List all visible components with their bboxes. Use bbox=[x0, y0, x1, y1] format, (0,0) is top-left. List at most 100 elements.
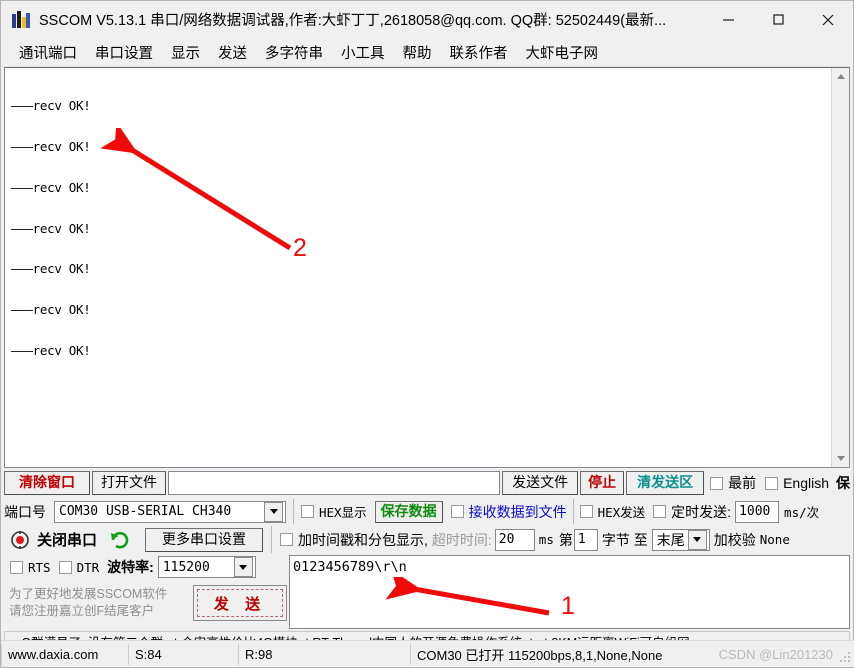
hex-send-label: HEX发送 bbox=[597, 505, 646, 520]
annotation-label-1: 1 bbox=[561, 592, 575, 620]
port-label: 端口号 bbox=[4, 503, 46, 520]
menu-item-tools[interactable]: 小工具 bbox=[332, 40, 394, 65]
maximize-button[interactable] bbox=[753, 1, 803, 38]
save-data-button[interactable]: 保存数据 bbox=[374, 500, 443, 523]
timed-send-unit-label: ms/次 bbox=[784, 505, 820, 520]
rts-checkbox[interactable] bbox=[10, 560, 23, 574]
recv-to-file-label: 接收数据到文件 bbox=[468, 503, 567, 520]
register-notice-line2: 请您注册嘉立创F结尾客户 bbox=[9, 604, 155, 618]
receive-panel: ———recv OK! ———recv OK! ———recv OK! ———r… bbox=[4, 67, 850, 468]
scroll-down-icon[interactable] bbox=[832, 450, 849, 467]
close-button[interactable] bbox=[803, 1, 853, 38]
menu-bar: 通讯端口 串口设置 显示 发送 多字符串 小工具 帮助 联系作者 大虾电子网 bbox=[1, 38, 853, 67]
menu-item-display[interactable]: 显示 bbox=[162, 40, 209, 65]
receive-line: ———recv OK! bbox=[11, 179, 91, 195]
resize-grip-icon[interactable] bbox=[840, 652, 852, 664]
stop-button[interactable]: 停止 bbox=[580, 471, 625, 495]
left-controls-column: RTS DTR 波特率: 115200 为了更好地发展SSCOM软件 请您注册嘉… bbox=[4, 555, 287, 624]
status-bar: www.daxia.com S:84 R:98 COM30 已打开 115200… bbox=[1, 640, 854, 667]
baud-select-value: 115200 bbox=[162, 559, 210, 575]
menu-item-help[interactable]: 帮助 bbox=[394, 40, 441, 65]
status-website[interactable]: www.daxia.com bbox=[1, 643, 129, 665]
dtr-checkbox[interactable] bbox=[58, 560, 72, 574]
hex-display-label: HEX显示 bbox=[319, 505, 367, 520]
hex-send-checkbox[interactable] bbox=[579, 505, 593, 518]
english-label: English bbox=[783, 475, 829, 491]
send-button-label: 发 送 bbox=[197, 589, 283, 617]
menu-item-multi-string[interactable]: 多字符串 bbox=[256, 40, 332, 65]
open-file-button[interactable]: 打开文件 bbox=[92, 471, 166, 495]
send-button[interactable]: 发 送 bbox=[193, 585, 287, 621]
csdn-watermark: CSDN @Lin201230 bbox=[718, 646, 833, 662]
app-logo-icon bbox=[11, 10, 31, 30]
port-select-value: COM30 USB-SERIAL CH340 bbox=[59, 504, 232, 519]
receive-vertical-scrollbar[interactable] bbox=[831, 68, 849, 467]
baud-and-send-row: RTS DTR 波特率: 115200 为了更好地发展SSCOM软件 请您注册嘉… bbox=[4, 555, 850, 629]
timed-send-checkbox[interactable] bbox=[653, 505, 667, 518]
save-params-button[interactable]: 保 bbox=[836, 473, 850, 493]
port-row: 端口号 COM30 USB-SERIAL CH340 HEX显示 保存数据 接收… bbox=[4, 499, 850, 524]
status-connection-info: COM30 已打开 115200bps,8,1,None,None bbox=[417, 647, 663, 663]
title-bar: SSCOM V5.13.1 串口/网络数据调试器,作者:大虾丁丁,2618058… bbox=[1, 1, 853, 38]
checksum-label: 加校验 bbox=[713, 531, 756, 548]
menu-item-serial-settings[interactable]: 串口设置 bbox=[86, 40, 162, 65]
register-notice: 为了更好地发展SSCOM软件 请您注册嘉立创F结尾客户 bbox=[4, 586, 177, 620]
clear-send-area-button[interactable]: 清发送区 bbox=[626, 471, 705, 495]
menu-item-contact-author[interactable]: 联系作者 bbox=[441, 40, 517, 65]
register-notice-line1: 为了更好地发展SSCOM软件 bbox=[9, 587, 168, 601]
receive-line: ———recv OK! bbox=[11, 302, 91, 318]
status-sent-count: S:84 bbox=[129, 643, 239, 665]
serial-row: 关闭串口 更多串口设置 加时间戳和分包显示, 超时时间: 20 ms 第 1 字… bbox=[4, 526, 850, 553]
close-port-button[interactable]: 关闭串口 bbox=[37, 529, 97, 550]
baud-select: 115200 bbox=[157, 556, 256, 578]
receive-line: ———recv OK! bbox=[11, 220, 91, 236]
clear-window-button[interactable]: 清除窗口 bbox=[4, 471, 90, 495]
byte-to-value: 末尾 bbox=[656, 531, 685, 548]
topmost-checkbox[interactable] bbox=[710, 476, 724, 490]
send-area-wrapper: 0123456789\r\n 1 bbox=[289, 555, 850, 629]
chevron-down-icon[interactable] bbox=[233, 557, 253, 577]
window-controls bbox=[703, 1, 853, 38]
timestamp-label: 加时间戳和分包显示, bbox=[298, 531, 428, 548]
byte-from-label: 第 bbox=[558, 531, 573, 548]
send-file-button[interactable]: 发送文件 bbox=[502, 471, 579, 495]
baud-row: RTS DTR 波特率: 115200 bbox=[4, 555, 287, 579]
receive-line: ———recv OK! bbox=[11, 261, 91, 277]
status-received-count: R:98 bbox=[239, 643, 411, 665]
receive-textarea[interactable]: ———recv OK! ———recv OK! ———recv OK! ———r… bbox=[5, 68, 831, 467]
minimize-button[interactable] bbox=[703, 1, 753, 38]
timed-send-input[interactable]: 1000 bbox=[735, 500, 780, 523]
menu-item-send[interactable]: 发送 bbox=[209, 40, 256, 65]
topmost-label: 最前 bbox=[728, 475, 757, 491]
baud-label: 波特率: bbox=[107, 559, 154, 575]
menu-item-comm-port[interactable]: 通讯端口 bbox=[10, 40, 86, 65]
more-serial-settings-button[interactable]: 更多串口设置 bbox=[145, 527, 264, 552]
file-path-input[interactable] bbox=[168, 471, 501, 495]
chevron-down-icon[interactable] bbox=[264, 501, 283, 522]
dtr-label: DTR bbox=[76, 559, 100, 575]
byte-from-input[interactable]: 1 bbox=[573, 528, 598, 551]
timeout-label: 超时时间: bbox=[431, 531, 492, 548]
receive-line: ———recv OK! bbox=[11, 98, 91, 114]
scroll-up-icon[interactable] bbox=[832, 68, 849, 85]
chevron-down-icon[interactable] bbox=[687, 529, 707, 550]
control-panel: 清除窗口 打开文件 发送文件 停止 清发送区 最前 English 保 端口号 … bbox=[4, 470, 850, 629]
english-checkbox[interactable] bbox=[765, 476, 779, 490]
register-and-send-row: 为了更好地发展SSCOM软件 请您注册嘉立创F结尾客户 发 送 bbox=[4, 582, 287, 624]
annotation-label-2: 2 bbox=[293, 234, 307, 262]
receive-line: ———recv OK! bbox=[11, 342, 91, 358]
sscom-window: SSCOM V5.13.1 串口/网络数据调试器,作者:大虾丁丁,2618058… bbox=[0, 0, 854, 668]
timed-send-label: 定时发送: bbox=[671, 503, 732, 520]
receive-line: ———recv OK! bbox=[11, 138, 91, 154]
byte-to-select: 末尾 bbox=[651, 528, 710, 551]
timestamp-checkbox[interactable] bbox=[280, 533, 294, 546]
timeout-unit-label: ms bbox=[538, 532, 554, 547]
timeout-input[interactable]: 20 bbox=[494, 528, 535, 551]
toolbar-row: 清除窗口 打开文件 发送文件 停止 清发送区 最前 English 保 bbox=[4, 470, 850, 496]
window-title: SSCOM V5.13.1 串口/网络数据调试器,作者:大虾丁丁,2618058… bbox=[39, 13, 667, 29]
byte-mid-label: 字节 至 bbox=[601, 531, 648, 548]
recv-to-file-checkbox[interactable] bbox=[450, 505, 464, 518]
hex-display-checkbox[interactable] bbox=[301, 505, 314, 518]
menu-item-daxia-web[interactable]: 大虾电子网 bbox=[517, 40, 608, 65]
refresh-icon[interactable] bbox=[109, 529, 131, 551]
